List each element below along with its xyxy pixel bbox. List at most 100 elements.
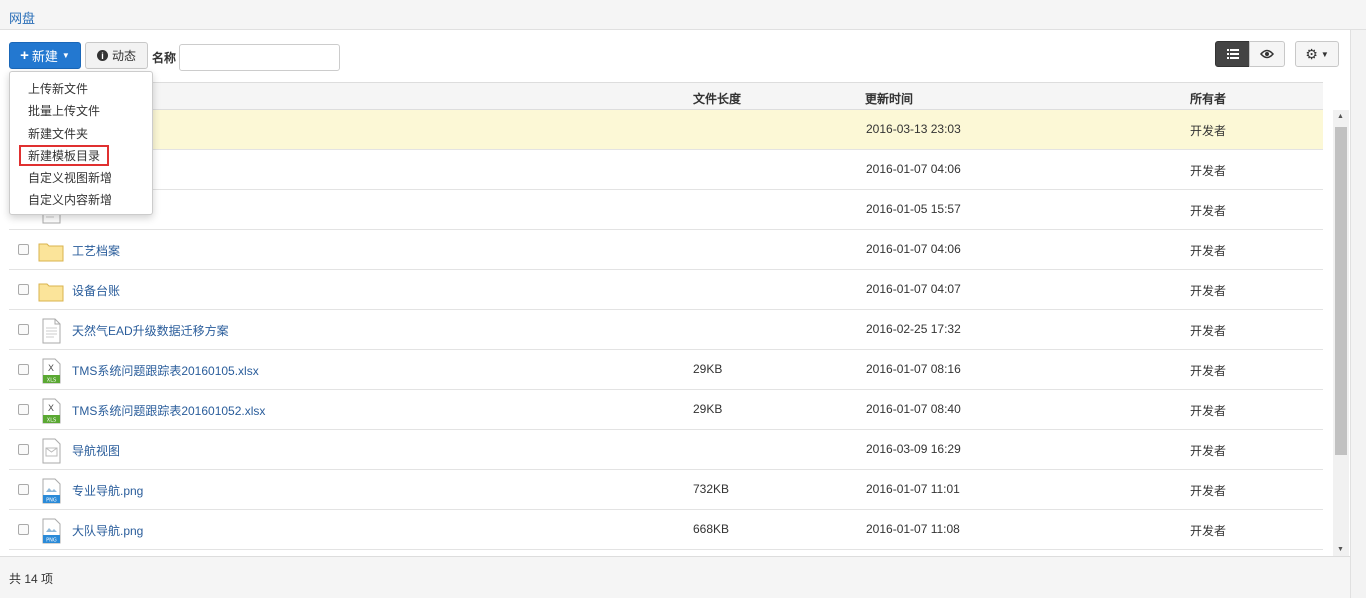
caret-down-icon: ▼: [1320, 49, 1329, 59]
update-time: 2016-01-07 08:40: [866, 402, 961, 416]
file-size: 668KB: [693, 522, 730, 536]
folder-icon: [38, 238, 64, 264]
scroll-up-icon[interactable]: ▲: [1337, 113, 1344, 120]
file-size: 29KB: [693, 362, 723, 376]
table-row[interactable]: 工艺档案 2016-01-07 04:06 开发者: [9, 230, 1323, 270]
owner: 开发者: [1190, 484, 1227, 498]
plus-icon: +: [20, 47, 29, 64]
png-icon: PNG: [38, 478, 64, 504]
scroll-down-icon[interactable]: ▼: [1337, 546, 1344, 553]
update-time: 2016-01-05 15:57: [866, 202, 961, 216]
table-row[interactable]: PNG 大队导航.png 668KB 2016-01-07 11:08 开发者: [9, 510, 1323, 550]
file-name-link[interactable]: 天然气EAD升级数据迁移方案: [72, 322, 229, 339]
row-checkbox[interactable]: [18, 324, 29, 335]
png-icon: PNG: [38, 518, 64, 544]
svg-text:PNG: PNG: [46, 498, 57, 504]
item-count: 共 14 项: [9, 572, 54, 586]
settings-button[interactable]: ⚙ ▼: [1295, 41, 1339, 67]
new-button[interactable]: + 新建 ▼: [9, 42, 81, 69]
row-checkbox[interactable]: [18, 284, 29, 295]
file-name-link[interactable]: TMS系统问题跟踪表20160105.xlsx: [72, 362, 259, 379]
owner: 开发者: [1190, 284, 1227, 298]
row-checkbox[interactable]: [18, 524, 29, 535]
info-icon: i: [96, 50, 108, 61]
activity-button[interactable]: i 动态: [85, 42, 148, 69]
table-row[interactable]: PNG 专业导航.png 732KB 2016-01-07 11:01 开发者: [9, 470, 1323, 510]
breadcrumb: 网盘: [0, 0, 1366, 30]
preview-view-button[interactable]: [1249, 41, 1285, 67]
file-name-link[interactable]: 大队导航.png: [72, 522, 143, 539]
table-row[interactable]: 设备台账 2016-01-07 04:07 开发者: [9, 270, 1323, 310]
view-icon: [38, 438, 64, 464]
row-checkbox[interactable]: [18, 364, 29, 375]
file-name-link[interactable]: 设备台账: [72, 282, 120, 299]
owner: 开发者: [1190, 404, 1227, 418]
folder-icon: [38, 278, 64, 304]
update-time: 2016-01-07 11:01: [866, 482, 960, 496]
excel-icon: X XLS: [38, 398, 64, 424]
file-name-link[interactable]: 工艺档案: [72, 242, 120, 259]
svg-text:X: X: [48, 364, 54, 374]
owner: 开发者: [1190, 444, 1227, 458]
menu-item[interactable]: 批量上传文件: [28, 102, 100, 119]
svg-text:PNG: PNG: [46, 538, 57, 544]
table-row[interactable]: 天然气EAD升级数据迁移方案 2016-02-25 17:32 开发者: [9, 310, 1323, 350]
update-time: 2016-01-07 08:16: [866, 362, 961, 376]
update-time: 2016-01-07 04:06: [866, 162, 961, 176]
list-view-button[interactable]: [1215, 41, 1250, 67]
owner: 开发者: [1190, 164, 1227, 178]
row-checkbox[interactable]: [18, 444, 29, 455]
svg-text:XLS: XLS: [47, 418, 56, 424]
menu-item[interactable]: 新建文件夹: [28, 125, 88, 142]
column-header-size[interactable]: 文件长度: [693, 90, 741, 107]
eye-icon: [1260, 49, 1274, 59]
row-checkbox[interactable]: [18, 244, 29, 255]
scrollbar[interactable]: ▲ ▼: [1333, 110, 1349, 556]
page-title[interactable]: 网盘: [9, 8, 35, 27]
menu-item[interactable]: 自定义视图新增: [28, 169, 112, 186]
table-row[interactable]: 2016-01-05 15:57 开发者: [9, 190, 1323, 230]
menu-item[interactable]: 上传新文件: [28, 80, 88, 97]
caret-down-icon: ▼: [61, 51, 70, 60]
menu-item[interactable]: 自定义内容新增: [28, 191, 112, 208]
file-size: 732KB: [693, 482, 730, 496]
footer: 共 14 项: [0, 556, 1350, 598]
owner: 开发者: [1190, 324, 1227, 338]
table-row[interactable]: X XLS TMS系统问题跟踪表20160105.xlsx 29KB 2016-01-0…: [9, 350, 1323, 390]
svg-text:XLS: XLS: [47, 378, 56, 384]
file-name-link[interactable]: 专业导航.png: [72, 482, 143, 499]
owner: 开发者: [1190, 204, 1227, 218]
update-time: 2016-01-07 11:08: [866, 522, 960, 536]
menu-item[interactable]: 新建模板目录: [18, 145, 110, 166]
name-filter-label: 名称: [152, 51, 177, 65]
table-row[interactable]: 2016-01-07 04:06 开发者: [9, 150, 1323, 190]
column-header-time[interactable]: 更新时间: [865, 90, 913, 107]
owner: 开发者: [1190, 364, 1227, 378]
file-list: 2016-03-13 23:03 开发者 2016-01-07 04:06 开发者 20…: [9, 110, 1323, 556]
table-row[interactable]: 2016-03-13 23:03 开发者: [9, 110, 1323, 150]
update-time: 2016-01-07 04:06: [866, 242, 961, 256]
gear-icon: ⚙: [1305, 45, 1318, 62]
file-name-link[interactable]: 导航视图: [72, 442, 120, 459]
update-time: 2016-02-25 17:32: [866, 322, 961, 336]
owner: 开发者: [1190, 124, 1227, 138]
excel-icon: X XLS: [38, 358, 64, 384]
window-edge: [1350, 30, 1366, 598]
activity-button-label: 动态: [111, 49, 136, 63]
scrollbar-thumb[interactable]: [1335, 127, 1347, 455]
file-name-link[interactable]: TMS系统问题跟踪表201601052.xlsx: [72, 402, 265, 419]
file-size: 29KB: [693, 402, 723, 416]
svg-text:X: X: [48, 404, 54, 414]
owner: 开发者: [1190, 244, 1227, 258]
row-checkbox[interactable]: [18, 484, 29, 495]
list-icon: [1226, 49, 1239, 59]
toolbar: + 新建 ▼ i 动态 名称 ⚙ ▼: [0, 30, 1366, 82]
table-row[interactable]: 导航视图 2016-03-09 16:29 开发者: [9, 430, 1323, 470]
update-time: 2016-01-07 04:07: [866, 282, 961, 296]
column-header-owner[interactable]: 所有者: [1190, 90, 1226, 107]
owner: 开发者: [1190, 524, 1227, 538]
table-header: 文件长度 更新时间 所有者: [9, 82, 1323, 110]
name-filter-input[interactable]: [179, 44, 340, 71]
row-checkbox[interactable]: [18, 404, 29, 415]
table-row[interactable]: X XLS TMS系统问题跟踪表201601052.xlsx 29KB 2016-01-…: [9, 390, 1323, 430]
